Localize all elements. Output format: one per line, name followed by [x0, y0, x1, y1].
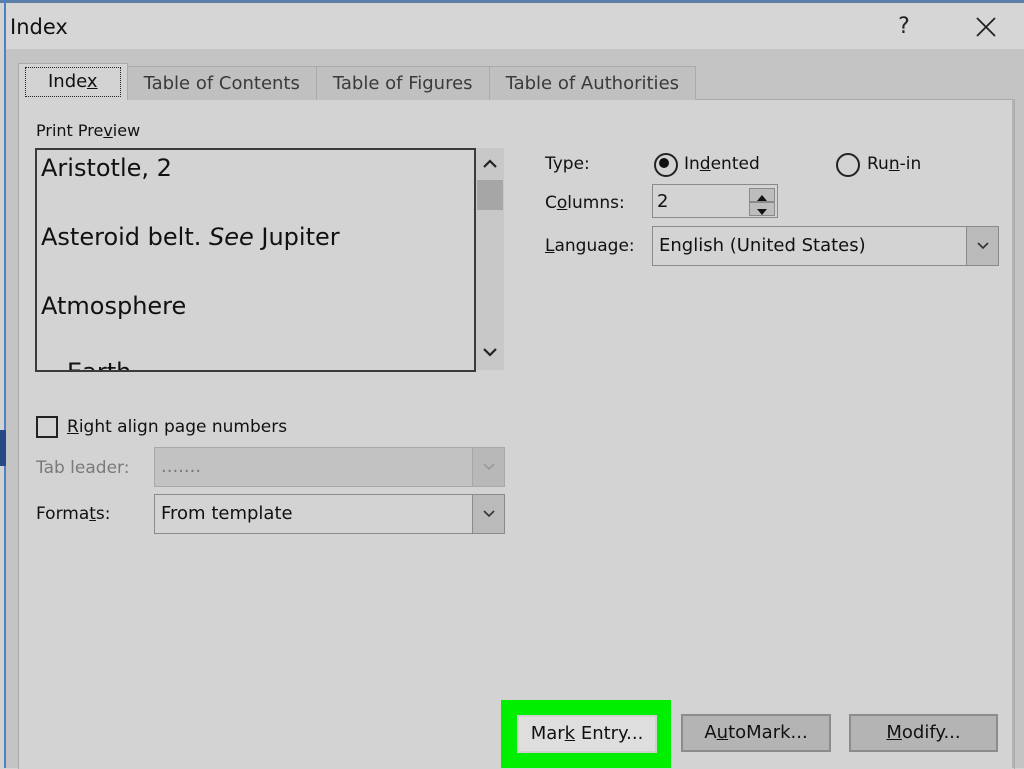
label-part: Print Pre — [36, 121, 104, 140]
close-button[interactable] — [966, 11, 1006, 43]
automark-button[interactable]: AutoMark... — [681, 714, 831, 752]
tab-table-of-authorities[interactable]: Table of Authorities — [488, 66, 697, 100]
label-accel: d — [699, 154, 711, 174]
language-select[interactable]: English (United States) — [652, 226, 999, 266]
radio-run-in-label[interactable]: Run-in — [867, 154, 921, 174]
type-label: Type: — [545, 154, 590, 174]
chevron-down-icon — [483, 348, 497, 357]
label-part: toMark... — [728, 722, 808, 743]
tab-leader-label: Tab leader: — [36, 458, 130, 478]
print-preview-label: Print Preview — [36, 121, 140, 140]
chevron-down-icon — [977, 242, 989, 250]
preview-entry: Asteroid belt. See Jupiter — [41, 223, 340, 251]
title-bar: Index ? — [6, 3, 1024, 49]
label-part: Mar — [530, 723, 565, 744]
help-button[interactable]: ? — [886, 11, 922, 43]
close-icon — [976, 17, 996, 37]
chevron-up-icon — [483, 159, 497, 168]
scroll-down-button[interactable] — [476, 340, 504, 368]
print-preview-box: Aristotle, 2 Asteroid belt. See Jupiter … — [35, 148, 476, 372]
language-label: Language: — [545, 236, 635, 256]
columns-spinner — [652, 184, 778, 218]
label-accel: M — [886, 722, 902, 743]
formats-select[interactable]: From template — [154, 494, 505, 534]
right-align-checkbox[interactable] — [36, 416, 58, 438]
scroll-thumb[interactable] — [477, 180, 503, 210]
label-part: odify... — [901, 722, 961, 743]
label-part: -in — [899, 154, 922, 174]
tab-table-of-contents[interactable]: Table of Contents — [126, 66, 317, 100]
tab-table-of-figures[interactable]: Table of Figures — [315, 66, 490, 100]
radio-indented[interactable] — [654, 153, 678, 177]
chevron-down-icon — [483, 463, 495, 471]
formats-value: From template — [161, 503, 293, 524]
label-part: ented — [710, 154, 760, 174]
formats-dropdown-button[interactable] — [472, 495, 504, 533]
preview-scrollbar[interactable] — [476, 148, 504, 370]
entry-text: Jupiter — [253, 223, 340, 251]
preview-entry: Atmosphere — [41, 292, 187, 320]
modify-button[interactable]: Modify... — [849, 714, 998, 752]
entry-text: Asteroid belt. — [41, 223, 209, 251]
tab-leader-value: ....... — [161, 456, 202, 477]
label-part: Entry... — [575, 723, 644, 744]
label-part: iew — [112, 121, 141, 140]
language-value: English (United States) — [659, 235, 866, 256]
columns-label: Columns: — [545, 193, 625, 213]
formats-label: Formats: — [36, 504, 111, 524]
label-part: ight align page numbers — [78, 417, 288, 437]
label-accel: R — [67, 417, 79, 437]
columns-input[interactable] — [657, 189, 743, 213]
preview-entry: Earth — [67, 358, 132, 372]
preview-entry: Aristotle, 2 — [41, 154, 172, 182]
tab-index-focus: Index — [25, 67, 121, 97]
label-part: Ru — [867, 154, 889, 174]
label-accel: u — [716, 722, 729, 743]
dialog-title: Index — [10, 15, 68, 39]
tab-leader-dropdown-button[interactable] — [472, 448, 504, 486]
tab-index-label-accel: x — [86, 71, 98, 92]
label-accel: v — [103, 121, 113, 140]
label-part: A — [704, 722, 717, 743]
language-dropdown-button[interactable] — [966, 227, 998, 265]
columns-increment-button[interactable] — [749, 188, 775, 202]
scroll-up-button[interactable] — [476, 150, 504, 178]
chevron-down-icon — [483, 510, 495, 518]
tab-leader-select[interactable]: ....... — [154, 447, 505, 487]
label-accel: t — [89, 504, 96, 524]
label-accel: n — [888, 154, 900, 174]
mark-entry-button[interactable]: Mark Entry... — [517, 715, 657, 753]
label-part: lumns: — [567, 193, 625, 213]
label-part: s: — [95, 504, 111, 524]
tab-strip: Index Table of Contents Table of Figures… — [18, 63, 697, 100]
tab-index[interactable]: Index — [18, 63, 128, 100]
radio-indented-label[interactable]: Indented — [684, 154, 760, 174]
tab-index-label-pre: Inde — [48, 71, 87, 92]
label-accel: k — [564, 723, 576, 744]
columns-decrement-button[interactable] — [749, 202, 775, 216]
label-accel: o — [556, 193, 568, 213]
label-part: C — [545, 193, 557, 213]
entry-italic-text: See — [209, 223, 254, 251]
label-part: In — [684, 154, 700, 174]
label-part: anguage: — [554, 236, 635, 256]
triangle-down-icon — [757, 209, 767, 215]
right-align-label[interactable]: Right align page numbers — [67, 417, 287, 437]
radio-run-in[interactable] — [836, 153, 860, 177]
label-part: Forma — [36, 504, 90, 524]
panel-border — [1012, 99, 1014, 768]
